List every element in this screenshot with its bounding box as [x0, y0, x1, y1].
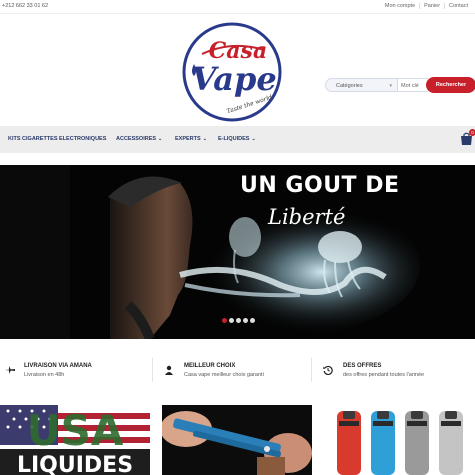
site-header: Casa Vape Taste the world Catégories ▾ M… — [0, 14, 475, 126]
coil-tool-image — [162, 405, 312, 475]
usa-liquides-image: USA LIQUIDES — [0, 405, 150, 475]
search-button[interactable]: Rechercher — [426, 77, 475, 93]
account-links: Mon compte Panier Contact — [381, 3, 472, 9]
features-strip: LIVRAISON VIA AMANA Livraison en 48h MEI… — [0, 358, 475, 388]
pod-silver — [439, 411, 463, 475]
slider-dot[interactable] — [236, 318, 241, 323]
hero-image — [0, 165, 475, 339]
pod-red — [337, 411, 361, 475]
chevron-down-icon: ▾ — [389, 83, 392, 89]
usa-text: USA — [27, 406, 124, 455]
feature-divider — [152, 358, 153, 382]
pod-kits-image — [325, 405, 475, 475]
hero-headline: UN GOUT DE — [240, 173, 400, 198]
hero-script-text: Liberté — [268, 205, 346, 229]
feature-subtitle: Casa vape meilleur choix garanti — [184, 372, 264, 378]
category-select[interactable]: Catégories ▾ — [325, 78, 398, 92]
pod-blue — [371, 411, 395, 475]
product-tile-coil-tool[interactable] — [162, 405, 312, 475]
slider-dot[interactable] — [229, 318, 234, 323]
search-bar: Catégories ▾ Mot clé Rechercher — [325, 77, 475, 93]
product-tile-usa-liquides[interactable]: USA LIQUIDES — [0, 405, 150, 475]
top-bar: +212 662 33 01 62 Mon compte Panier Cont… — [0, 0, 475, 14]
feature-subtitle: des offres pendant toutes l'année — [343, 372, 425, 378]
nav-item-accessoires[interactable]: ACCESSOIRES ⌄ — [116, 136, 162, 142]
contact-link[interactable]: Contact — [444, 3, 472, 9]
liquides-text: LIQUIDES — [17, 453, 133, 475]
feature-title: DES OFFRES — [343, 363, 382, 369]
category-select-label: Catégories — [336, 83, 363, 89]
account-link[interactable]: Mon compte — [381, 3, 419, 9]
nav-item-label: E-LIQUIDES — [218, 136, 250, 142]
casa-vape-logo[interactable]: Casa Vape Taste the world — [180, 20, 285, 124]
feature-title: LIVRAISON VIA AMANA — [24, 363, 92, 369]
cart-link[interactable]: Panier — [419, 3, 444, 9]
logo-word-vape: Vape — [191, 60, 276, 98]
plane-icon — [5, 366, 15, 374]
pod-grey — [405, 411, 429, 475]
nav-item-kits[interactable]: KITS CIGARETTES ELECTRONIQUES — [8, 136, 106, 142]
chevron-down-icon: ⌄ — [202, 136, 207, 142]
slider-dots — [222, 318, 255, 323]
cart-count-badge: 0 — [469, 129, 475, 136]
nav-item-experts[interactable]: EXPERTS ⌄ — [175, 136, 207, 142]
product-tile-pod-kits[interactable] — [325, 405, 475, 475]
slider-dot[interactable] — [243, 318, 248, 323]
nav-item-label: ACCESSOIRES — [116, 136, 157, 142]
slider-dot[interactable] — [222, 318, 227, 323]
phone-number: +212 662 33 01 62 — [2, 3, 49, 9]
hero-slider[interactable]: UN GOUT DE Liberté — [0, 165, 475, 339]
chevron-down-icon: ⌄ — [158, 136, 163, 142]
history-icon — [323, 365, 333, 375]
feature-subtitle: Livraison en 48h — [24, 372, 65, 378]
chevron-down-icon: ⌄ — [251, 136, 256, 142]
nav-item-label: KITS CIGARETTES ELECTRONIQUES — [8, 136, 107, 142]
keyword-input[interactable]: Mot clé — [398, 78, 428, 92]
main-nav: KITS CIGARETTES ELECTRONIQUES ACCESSOIRE… — [0, 126, 475, 153]
nav-item-label: EXPERTS — [175, 136, 201, 142]
feature-title: MEILLEUR CHOIX — [184, 363, 236, 369]
user-icon — [165, 365, 173, 375]
slider-dot[interactable] — [250, 318, 255, 323]
nav-item-eliquides[interactable]: E-LIQUIDES ⌄ — [218, 136, 256, 142]
feature-divider — [311, 358, 312, 382]
